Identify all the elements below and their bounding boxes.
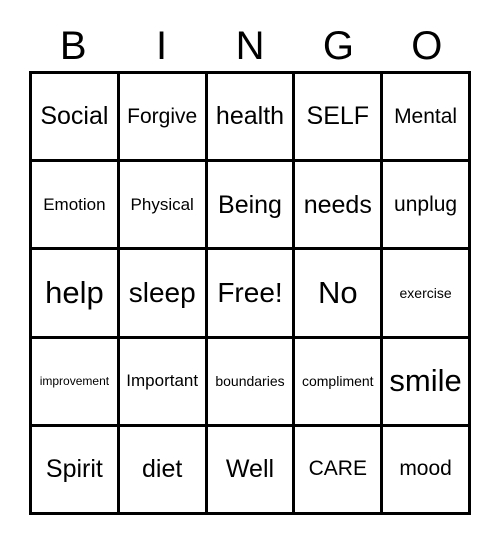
bingo-cell-label: Physical [130,194,194,214]
bingo-header: B I N G O [29,16,471,66]
bingo-cell-label: health [215,102,285,131]
bingo-cell-label: Emotion [43,194,106,214]
bingo-cell-label: diet [142,455,183,484]
bingo-cell-label: improvement [39,373,110,388]
bingo-cell-g3[interactable]: No [295,250,384,339]
bingo-row-4: improvement Important boundaries complim… [32,338,471,427]
bingo-cell-i2[interactable]: Physical [119,162,208,251]
bingo-cell-o1[interactable]: Mental [383,74,471,163]
header-letter-b: B [59,24,87,68]
bingo-cell-label: Important [126,371,199,391]
header-letter-g: G [322,24,354,68]
bingo-cell-o5[interactable]: mood [383,426,471,516]
bingo-cell-label: Being [218,190,282,219]
bingo-cell-n1[interactable]: health [207,74,296,163]
bingo-cell-g4[interactable]: compliment [295,338,384,427]
bingo-cell-b2[interactable]: Emotion [32,162,120,251]
bingo-cell-b4[interactable]: improvement [32,338,120,427]
bingo-cell-label: Forgive [127,104,198,128]
bingo-cell-n5[interactable]: Well [207,426,296,516]
bingo-cell-label: mood [399,457,452,481]
bingo-cell-label: Social [40,102,109,131]
bingo-cell-label: SELF [306,102,370,131]
bingo-cell-label: sleep [128,277,196,309]
bingo-cell-label: compliment [301,372,374,389]
bingo-row-2: Emotion Physical Being needs unplug [32,162,471,251]
bingo-cell-i4[interactable]: Important [119,338,208,427]
bingo-cell-b5[interactable]: Spirit [32,426,120,516]
bingo-cell-b3[interactable]: help [32,250,120,339]
bingo-cell-label: Well [225,455,275,484]
bingo-cell-o4[interactable]: smile [383,338,471,427]
bingo-cell-label: smile [389,362,462,398]
bingo-cell-b1[interactable]: Social [32,74,120,163]
bingo-cell-label: help [45,274,104,310]
bingo-cell-n2[interactable]: Being [207,162,296,251]
bingo-cell-o2[interactable]: unplug [383,162,471,251]
bingo-cell-g1[interactable]: SELF [295,74,384,163]
bingo-card: B I N G O Social Forgive health SELF Men… [0,0,501,544]
bingo-cell-i1[interactable]: Forgive [119,74,208,163]
bingo-cell-free-space[interactable]: Free! [207,250,296,339]
bingo-cell-i5[interactable]: diet [119,426,208,516]
bingo-cell-o3[interactable]: exercise [383,250,471,339]
bingo-cell-label: exercise [399,284,452,301]
bingo-row-5: Spirit diet Well CARE mood [32,426,471,516]
bingo-cell-label: Mental [394,104,458,128]
bingo-row-1: Social Forgive health SELF Mental [32,74,471,163]
bingo-cell-g5[interactable]: CARE [295,426,384,516]
bingo-cell-label: No [317,274,358,310]
bingo-cell-label: boundaries [215,372,285,389]
bingo-cell-label: Spirit [45,455,103,484]
bingo-cell-n4[interactable]: boundaries [207,338,296,427]
bingo-cell-label: CARE [308,457,367,481]
bingo-cell-label: Free! [217,277,283,309]
header-letter-o: O [411,24,443,68]
bingo-cell-label: needs [303,190,372,219]
header-letter-n: N [235,24,265,68]
bingo-grid: Social Forgive health SELF Mental Emotio… [29,71,471,516]
bingo-cell-g2[interactable]: needs [295,162,384,251]
header-letter-i: I [156,24,168,68]
bingo-cell-label: unplug [394,192,458,216]
bingo-cell-i3[interactable]: sleep [119,250,208,339]
bingo-row-3: help sleep Free! No exercise [32,250,471,339]
